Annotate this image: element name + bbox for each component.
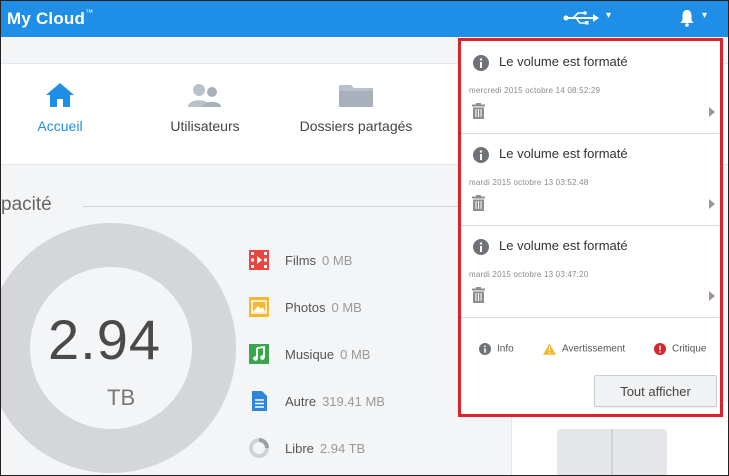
trash-icon[interactable] [472,287,485,303]
film-icon [249,250,269,270]
info-icon [473,239,489,255]
nav-item-home[interactable]: Accueil [25,82,95,134]
legend-info-label: Info [497,343,514,355]
legend-label: Films [285,253,317,268]
info-icon [473,55,489,71]
critical-icon [654,343,666,355]
home-icon [46,83,74,107]
bell-icon[interactable] [680,9,694,27]
top-bar: My Cloud™ ▾ ▾ [1,1,728,37]
nas-device-image [557,429,667,475]
notification-title: Le volume est formaté [499,238,628,253]
notification-item[interactable]: Le volume est formaté mardi 2015 octobre… [461,225,720,318]
legend-value: 0 MB [322,253,353,268]
notification-title: Le volume est formaté [499,146,628,161]
capacity-unit: TB [107,385,136,410]
music-icon [249,344,269,364]
app-window: My Cloud™ ▾ ▾ Accueil Utilisateurs Dossi… [0,0,729,476]
chevron-right-icon[interactable] [709,291,715,301]
nav-label: Utilisateurs [170,118,240,134]
legend-value: 2.94 TB [319,441,366,456]
brand-logo[interactable]: My Cloud™ [7,8,94,29]
nav-item-users[interactable]: Utilisateurs [155,82,255,134]
chevron-right-icon[interactable] [709,199,715,209]
users-icon [188,84,221,107]
legend-critical-label: Critique [672,343,707,355]
capacity-heading: pacité [1,194,52,215]
nav-label: Accueil [37,118,83,134]
chevron-down-icon[interactable]: ▾ [606,10,611,21]
nav-item-shares[interactable]: Dossiers partagés [286,82,426,134]
notification-item[interactable]: Le volume est formaté mardi 2015 octobre… [461,133,720,226]
free-space-icon [249,438,269,458]
legend-label: Libre [285,441,314,456]
severity-legend: Info Avertissement Critique [461,339,720,363]
notification-date: mardi 2015 octobre 13 03:52:48 [469,178,589,187]
capacity-total: 2.94 [48,308,161,371]
notification-date: mardi 2015 octobre 13 03:47:20 [469,270,589,279]
trash-icon[interactable] [472,103,485,119]
info-icon [479,343,491,355]
nav-label: Dossiers partagés [299,118,413,134]
legend-value: 319.41 MB [322,394,385,409]
legend-critical: Critique [654,343,706,355]
legend-label: Musique [285,347,335,362]
brand-trademark: ™ [85,8,94,17]
folder-icon [339,85,373,107]
legend-label: Autre [285,394,317,409]
notification-item[interactable]: Le volume est formaté mercredi 2015 octo… [461,41,720,134]
warning-icon [543,343,556,355]
brand-name: My Cloud [7,9,86,28]
legend-warning: Avertissement [543,343,625,355]
legend-warning-label: Avertissement [562,343,626,355]
photo-icon [249,297,269,317]
notification-date: mercredi 2015 octobre 14 08:52:29 [469,86,601,95]
notification-panel: Le volume est formaté mercredi 2015 octo… [458,38,723,417]
legend-value: 0 MB [340,347,371,362]
legend-value: 0 MB [331,300,362,315]
chevron-down-icon[interactable]: ▾ [702,10,707,21]
legend-label: Photos [285,300,326,315]
show-all-button[interactable]: Tout afficher [594,375,717,407]
trash-icon[interactable] [472,195,485,211]
divider [83,206,463,207]
chevron-right-icon[interactable] [709,107,715,117]
notification-title: Le volume est formaté [499,54,628,69]
legend-info: Info [479,343,514,355]
usb-icon[interactable] [563,10,599,26]
info-icon [473,147,489,163]
file-icon [252,391,267,411]
